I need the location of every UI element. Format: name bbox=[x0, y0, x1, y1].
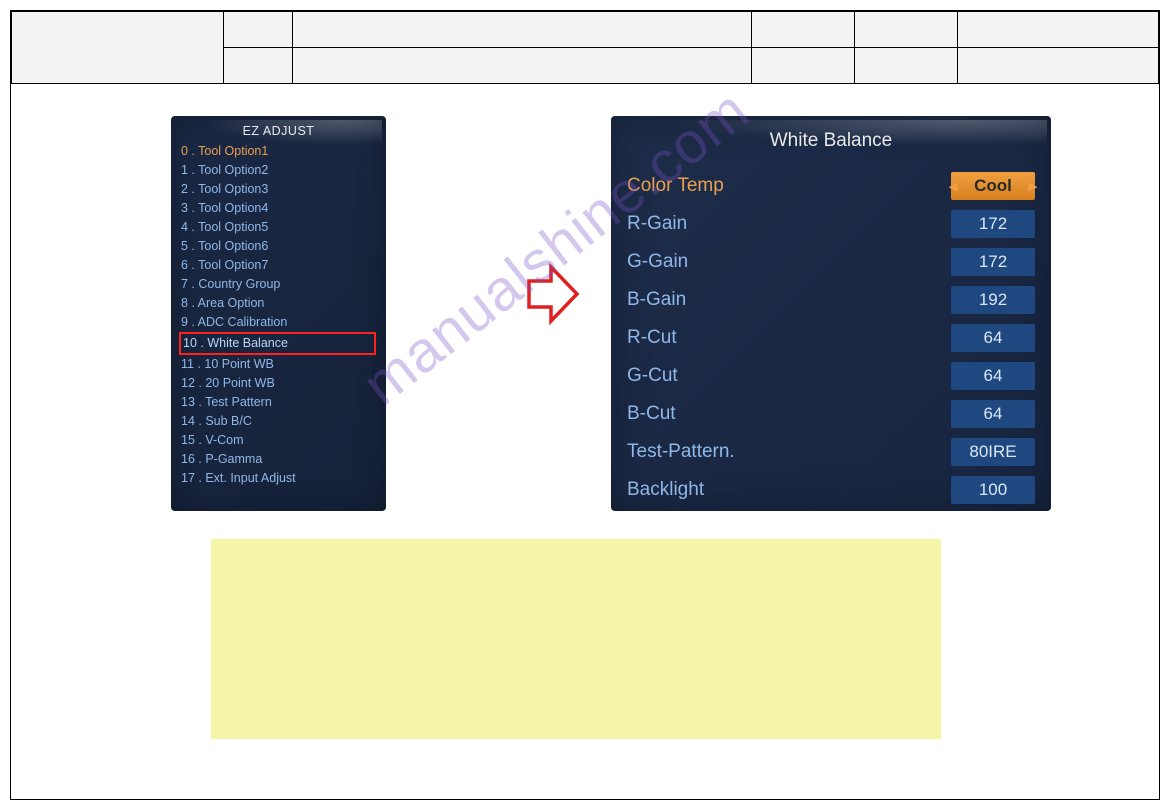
ez-menu-item[interactable]: 13 . Test Pattern bbox=[181, 393, 376, 412]
ez-menu-item[interactable]: 1 . Tool Option2 bbox=[181, 161, 376, 180]
document-frame: EZ ADJUST 0 . Tool Option11 . Tool Optio… bbox=[10, 10, 1160, 800]
wb-setting-row[interactable]: Test-Pattern. 80IRE bbox=[627, 436, 1035, 468]
header-cell bbox=[855, 48, 958, 84]
wb-setting-label: B-Gain bbox=[627, 289, 686, 311]
wb-setting-row[interactable]: Backlight 100 bbox=[627, 474, 1035, 506]
wb-setting-label: Backlight bbox=[627, 479, 704, 501]
ez-menu-item[interactable]: 17 . Ext. Input Adjust bbox=[181, 469, 376, 488]
ez-adjust-screen: EZ ADJUST 0 . Tool Option11 . Tool Optio… bbox=[171, 116, 386, 511]
wb-setting-row[interactable]: G-Gain 172 bbox=[627, 246, 1035, 278]
wb-setting-row[interactable]: B-Gain 192 bbox=[627, 284, 1035, 316]
header-cell bbox=[224, 12, 293, 48]
wb-setting-row[interactable]: R-Cut 64 bbox=[627, 322, 1035, 354]
wb-setting-value[interactable]: 100 bbox=[951, 476, 1035, 504]
header-cell bbox=[855, 12, 958, 48]
wb-setting-label: G-Cut bbox=[627, 365, 678, 387]
wb-setting-value[interactable]: 192 bbox=[951, 286, 1035, 314]
ez-menu-item[interactable]: 6 . Tool Option7 bbox=[181, 256, 376, 275]
wb-setting-label: R-Cut bbox=[627, 327, 677, 349]
white-balance-rows: Color Temp Cool R-Gain 172 G-Gain 172 B-Gain 19… bbox=[627, 170, 1035, 511]
wb-setting-row[interactable]: R-Gain 172 bbox=[627, 208, 1035, 240]
content-area: EZ ADJUST 0 . Tool Option11 . Tool Optio… bbox=[11, 84, 1159, 764]
header-cell bbox=[224, 48, 293, 84]
header-cell bbox=[958, 12, 1159, 48]
ez-menu-item[interactable]: 3 . Tool Option4 bbox=[181, 199, 376, 218]
ez-menu-item[interactable]: 9 . ADC Calibration bbox=[181, 313, 376, 332]
wb-setting-label: G-Gain bbox=[627, 251, 688, 273]
ez-menu-item[interactable]: 0 . Tool Option1 bbox=[181, 142, 376, 161]
ez-menu-item[interactable]: 15 . V-Com bbox=[181, 431, 376, 450]
white-balance-title: White Balance bbox=[627, 130, 1035, 152]
wb-setting-label: Test-Pattern. bbox=[627, 441, 735, 463]
wb-setting-value[interactable]: 64 bbox=[951, 400, 1035, 428]
wb-setting-value[interactable]: 172 bbox=[951, 248, 1035, 276]
wb-setting-row[interactable]: G-Cut 64 bbox=[627, 360, 1035, 392]
header-cell bbox=[958, 48, 1159, 84]
note-box bbox=[211, 539, 941, 739]
header-table bbox=[11, 11, 1159, 84]
ez-menu-item[interactable]: 2 . Tool Option3 bbox=[181, 180, 376, 199]
wb-setting-value[interactable]: 64 bbox=[951, 324, 1035, 352]
ez-menu-item[interactable]: 10 . White Balance bbox=[179, 332, 376, 355]
wb-setting-value[interactable]: 172 bbox=[951, 210, 1035, 238]
wb-setting-label: B-Cut bbox=[627, 403, 676, 425]
ez-menu-item[interactable]: 14 . Sub B/C bbox=[181, 412, 376, 431]
header-cell bbox=[751, 12, 854, 48]
header-cell bbox=[293, 12, 752, 48]
wb-setting-value[interactable]: Cool bbox=[951, 172, 1035, 200]
wb-setting-row[interactable]: Color Temp Cool bbox=[627, 170, 1035, 202]
ez-menu-item[interactable]: 12 . 20 Point WB bbox=[181, 374, 376, 393]
wb-setting-row[interactable]: B-Cut 64 bbox=[627, 398, 1035, 430]
header-cell bbox=[751, 48, 854, 84]
white-balance-screen: White Balance Color TempCoolR-Gain172G-G… bbox=[611, 116, 1051, 511]
ez-menu-item[interactable]: 16 . P-Gamma bbox=[181, 450, 376, 469]
arrow-icon bbox=[521, 259, 581, 329]
ez-menu-item[interactable]: 4 . Tool Option5 bbox=[181, 218, 376, 237]
ez-adjust-menu: 0 . Tool Option11 . Tool Option22 . Tool… bbox=[181, 142, 376, 488]
wb-setting-value[interactable]: 80IRE bbox=[951, 438, 1035, 466]
wb-setting-label: R-Gain bbox=[627, 213, 687, 235]
wb-setting-label: Color Temp bbox=[627, 175, 724, 197]
wb-setting-value[interactable]: 64 bbox=[951, 362, 1035, 390]
ez-menu-item[interactable]: 5 . Tool Option6 bbox=[181, 237, 376, 256]
ez-menu-item[interactable]: 7 . Country Group bbox=[181, 275, 376, 294]
ez-menu-item[interactable]: 11 . 10 Point WB bbox=[181, 355, 376, 374]
header-cell bbox=[293, 48, 752, 84]
ez-adjust-title: EZ ADJUST bbox=[181, 124, 376, 138]
header-cell-logo bbox=[12, 12, 224, 84]
ez-menu-item[interactable]: 8 . Area Option bbox=[181, 294, 376, 313]
